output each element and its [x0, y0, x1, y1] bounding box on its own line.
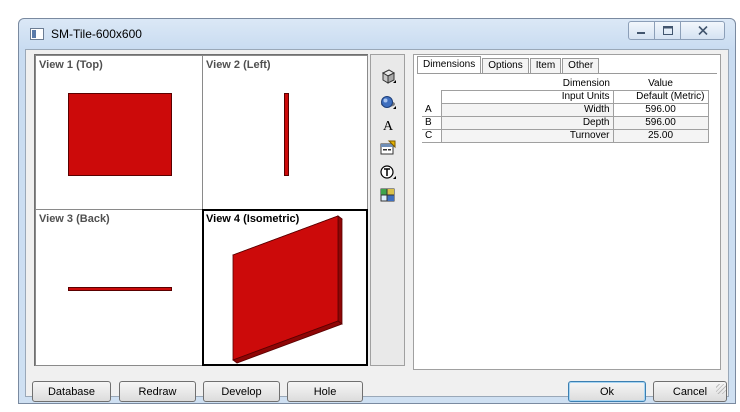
- table-row[interactable]: B Depth 596.00: [422, 116, 709, 130]
- maximize-button[interactable]: [655, 21, 681, 40]
- properties-panel: Dimensions Options Item Other Dimension …: [413, 54, 721, 370]
- grid-header-value: Value: [648, 77, 673, 89]
- row-value-input[interactable]: 596.00: [612, 116, 709, 130]
- view-toolbar: A: [370, 54, 405, 366]
- tab-dimensions[interactable]: Dimensions: [417, 56, 482, 73]
- view-back[interactable]: View 3 (Back): [35, 209, 203, 366]
- grid-header-key: [422, 77, 441, 90]
- grid-header-row: Dimension Value: [422, 77, 708, 90]
- view-label: View 1 (Top): [39, 59, 103, 71]
- redraw-button[interactable]: Redraw: [119, 381, 196, 402]
- tab-divider: [417, 73, 717, 74]
- svg-text:A: A: [383, 119, 394, 134]
- tile-top-shape: [68, 93, 172, 176]
- row-value-input[interactable]: 25.00: [612, 129, 709, 143]
- grid-subheader-dimension: Input Units: [440, 89, 613, 104]
- close-button[interactable]: [681, 21, 725, 40]
- dialog-window: SM-Tile-600x600 View 1 (Top) View 2 (Lef…: [18, 18, 736, 404]
- view-top[interactable]: View 1 (Top): [35, 55, 203, 210]
- develop-button[interactable]: Develop: [203, 381, 280, 402]
- window-title: SM-Tile-600x600: [51, 27, 142, 41]
- ok-button[interactable]: Ok: [568, 381, 646, 402]
- row-dimension-name: Width: [440, 103, 614, 117]
- tile-back-shape: [68, 287, 172, 291]
- maximize-icon: [662, 26, 673, 35]
- client-area: View 1 (Top) View 2 (Left) View 3 (Back)…: [25, 49, 729, 402]
- grid-map-button[interactable]: [377, 185, 399, 205]
- cube-view-button[interactable]: [377, 67, 399, 87]
- resize-grip[interactable]: [716, 384, 726, 394]
- tile-left-shape: [284, 93, 289, 176]
- row-value-input[interactable]: 596.00: [612, 103, 709, 117]
- row-key: C: [422, 129, 441, 143]
- tab-strip: Dimensions Options Item Other: [417, 56, 600, 74]
- row-key: A: [422, 103, 441, 117]
- dimension-button[interactable]: [377, 163, 399, 183]
- sphere-render-icon: [381, 96, 396, 109]
- close-icon: [697, 26, 708, 35]
- row-dimension-name: Depth: [440, 116, 614, 130]
- dimension-T-icon: [380, 165, 396, 179]
- minimize-button[interactable]: [628, 21, 655, 40]
- views-grid: View 1 (Top) View 2 (Left) View 3 (Back)…: [34, 54, 368, 366]
- tab-options[interactable]: Options: [482, 58, 529, 73]
- render-sphere-button[interactable]: [377, 93, 399, 113]
- tab-item[interactable]: Item: [529, 58, 562, 73]
- properties-icon: [380, 140, 396, 155]
- minimize-icon: [637, 32, 645, 34]
- properties-button[interactable]: [377, 138, 399, 158]
- dimensions-grid: Dimension Value Input Units Default (Met…: [422, 77, 709, 143]
- title-bar[interactable]: SM-Tile-600x600: [19, 19, 735, 49]
- view-label: View 2 (Left): [206, 59, 271, 71]
- grid-subheader-row: Input Units Default (Metric): [422, 89, 709, 104]
- database-button[interactable]: Database: [32, 381, 111, 402]
- table-row[interactable]: A Width 596.00: [422, 103, 709, 117]
- view-left[interactable]: View 2 (Left): [202, 55, 368, 210]
- grid-subheader-value: Default (Metric): [612, 89, 709, 104]
- row-key: B: [422, 116, 441, 130]
- view-isometric[interactable]: View 4 (Isometric): [202, 209, 368, 366]
- text-button[interactable]: A: [377, 115, 399, 135]
- text-A-icon: A: [383, 119, 394, 134]
- hole-button[interactable]: Hole: [287, 381, 363, 402]
- cube-view-icon: [381, 69, 396, 84]
- grid-header-dimension: Dimension: [562, 77, 610, 89]
- grid-subheader-key: [422, 90, 441, 103]
- app-icon: [30, 28, 44, 40]
- caption-buttons: [628, 21, 725, 40]
- table-row[interactable]: C Turnover 25.00: [422, 129, 709, 143]
- row-dimension-name: Turnover: [440, 129, 614, 143]
- isometric-tile: [232, 215, 343, 364]
- view-label: View 3 (Back): [39, 213, 110, 225]
- grid-map-icon: [380, 188, 395, 202]
- tab-other[interactable]: Other: [562, 58, 600, 73]
